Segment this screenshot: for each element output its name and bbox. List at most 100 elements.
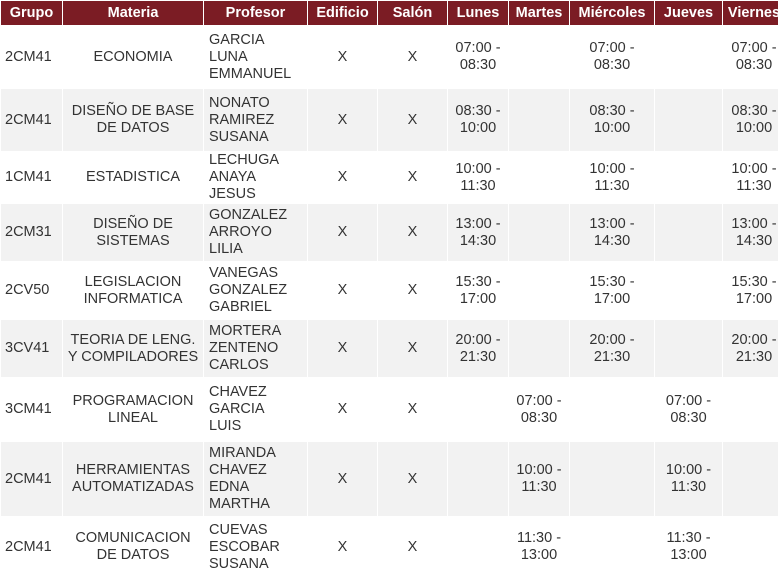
cell-miercoles-text: 20:00 - 21:30 [589,331,635,365]
header-grupo[interactable]: Grupo [1,1,62,25]
cell-jueves [655,152,722,203]
cell-viernes-text: 07:00 - 08:30 [731,40,777,73]
table-row: 2CM41 DISEÑO DE BASE DE DATOS NONATO RAMIRE… [1,89,778,151]
cell-salon-text: X [407,111,418,128]
table-row: 3CV41 TEORIA DE LENG. Y COMPILADORES MORTE… [1,320,778,377]
cell-materia-text: TEORIA DE LENG. Y COMPILADORES [67,331,199,365]
cell-grupo-text: 2CM41 [5,538,52,555]
cell-jueves-text: 10:00 - 11:30 [665,462,712,495]
cell-salon-text: X [407,282,418,298]
cell-miercoles: 20:00 - 21:30 [570,320,654,377]
cell-profesor: MIRANDA CHAVEZ EDNA MARTHA [204,442,307,516]
cell-jueves [655,89,722,151]
cell-profesor: CHAVEZ GARCIA LUIS [204,378,307,441]
cell-edificio: X [308,89,377,151]
cell-martes [509,204,569,261]
profesor-name-line: CHAVEZ [209,384,267,400]
cell-miercoles [570,517,654,577]
cell-lunes-text: 10:00 - 11:30 [455,160,501,194]
cell-materia-text: DISEÑO DE SISTEMAS [93,215,173,249]
profesor-name-line: EMMANUEL [209,65,292,82]
profesor-name-line: ARROYO [209,224,272,240]
cell-viernes-text: 10:00 - 11:30 [731,160,777,194]
cell-salon: X [378,89,447,151]
profesor-name-line: CARLOS [209,357,269,373]
table-row: 2CV50 LEGISLACION INFORMATICA VANEGAS GONZA… [1,262,778,319]
cell-salon: X [378,262,447,319]
header-lunes[interactable]: Lunes [448,1,508,25]
table-row: 2CM41 ECONOMIA GARCIA LUNA EMMANUEL X X 07:00 -… [1,26,778,88]
cell-edificio-text: X [337,340,348,356]
header-martes[interactable]: Martes [509,1,569,25]
cell-edificio: X [308,152,377,203]
profesor-name-line: SUSANA [209,128,269,145]
cell-materia-text: ESTADISTICA [86,169,180,185]
cell-lunes: 13:00 - 14:30 [448,204,508,261]
cell-edificio-text: X [337,470,348,487]
header-edificio[interactable]: Edificio [308,1,377,25]
cell-grupo-text: 2CV50 [5,282,50,298]
cell-edificio-text: X [337,282,348,298]
cell-materia-text: HERRAMIENTAS AUTOMATIZADAS [72,462,194,495]
profesor-name-line: GONZALEZ [209,207,288,223]
profesor-name-line: GARCIA [209,31,265,48]
cell-miercoles: 15:30 - 17:00 [570,262,654,319]
cell-salon: X [378,320,447,377]
cell-salon-text: X [407,538,418,555]
cell-profesor: GONZALEZ ARROYO LILIA [204,204,307,261]
cell-materia: ESTADISTICA [63,152,203,203]
cell-salon: X [378,442,447,516]
cell-jueves-text: 07:00 - 08:30 [665,392,712,426]
header-profesor[interactable]: Profesor [204,1,307,25]
cell-miercoles [570,378,654,441]
cell-jueves [655,204,722,261]
cell-viernes: 20:00 - 21:30 [723,320,778,377]
cell-jueves: 10:00 - 11:30 [655,442,722,516]
cell-materia: PROGRAMACION LINEAL [63,378,203,441]
cell-miercoles-text: 10:00 - 11:30 [589,160,635,194]
cell-martes-text: 10:00 - 11:30 [516,462,562,495]
cell-materia: DISEÑO DE SISTEMAS [63,204,203,261]
cell-edificio-text: X [337,401,348,417]
cell-martes-text: 11:30 - 13:00 [516,530,562,563]
cell-grupo: 2CV50 [1,262,62,319]
cell-lunes: 07:00 - 08:30 [448,26,508,88]
cell-martes [509,320,569,377]
profesor-name-line: LUNA [209,48,248,65]
cell-martes: 11:30 - 13:00 [509,517,569,577]
cell-materia-text: LEGISLACION INFORMATICA [83,273,183,307]
cell-miercoles-text: 15:30 - 17:00 [589,273,635,307]
profesor-name-line: GABRIEL [209,299,272,315]
header-viernes[interactable]: Viernes [723,1,778,25]
profesor-name-line: ANAYA [209,169,257,185]
cell-grupo-text: 3CM41 [5,401,52,417]
cell-salon-text: X [407,340,418,356]
cell-edificio: X [308,517,377,577]
cell-lunes: 20:00 - 21:30 [448,320,508,377]
cell-lunes: 08:30 - 10:00 [448,89,508,151]
cell-profesor: CUEVAS ESCOBAR SUSANA [204,517,307,577]
cell-grupo: 1CM41 [1,152,62,203]
profesor-name-line: LUIS [209,418,242,434]
table-row: 3CM41 PROGRAMACION LINEAL CHAVEZ GARCIA LUIS… [1,378,778,441]
cell-miercoles: 13:00 - 14:30 [570,204,654,261]
cell-salon: X [378,517,447,577]
cell-lunes: 10:00 - 11:30 [448,152,508,203]
profesor-name-line: GONZALEZ [209,282,288,298]
cell-lunes [448,442,508,516]
profesor-name-line: CUEVAS [209,521,268,538]
header-salon[interactable]: Salón [378,1,447,25]
cell-viernes [723,517,778,577]
profesor-name-line: EDNA [209,479,250,495]
table-row: 1CM41 ESTADISTICA LECHUGA ANAYA JESUS X X 10:00… [1,152,778,203]
cell-viernes: 10:00 - 11:30 [723,152,778,203]
cell-miercoles-text: 13:00 - 14:30 [589,215,635,249]
profesor-name-line: LECHUGA [209,152,280,168]
header-jueves[interactable]: Jueves [655,1,722,25]
cell-edificio-text: X [337,538,348,555]
cell-jueves [655,320,722,377]
cell-materia: COMUNICACION DE DATOS [63,517,203,577]
header-miercoles[interactable]: Miércoles [570,1,654,25]
table-row: 2CM41 HERRAMIENTAS AUTOMATIZADAS MIRANDA CH… [1,442,778,516]
header-materia[interactable]: Materia [63,1,203,25]
